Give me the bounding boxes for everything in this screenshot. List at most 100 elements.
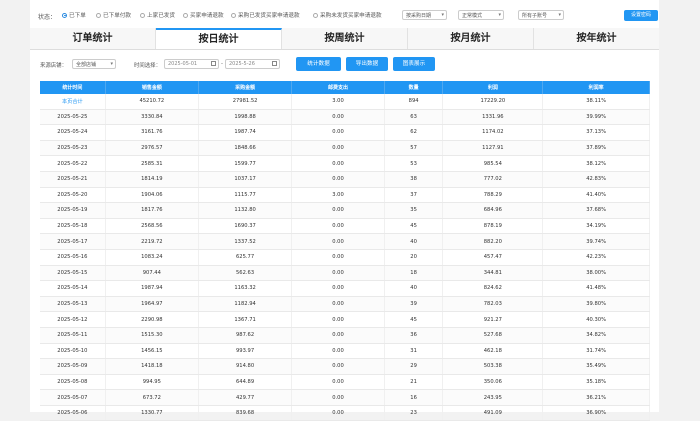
col-header-sales[interactable]: 销售金额 (105, 81, 199, 94)
table-cell: 1848.66 (198, 140, 293, 157)
table-cell: 2025-05-08 (40, 374, 106, 391)
table-cell: 2025-05-19 (40, 202, 106, 219)
table-cell: 38.00% (542, 265, 650, 282)
chevron-down-icon: ▾ (441, 12, 444, 18)
table-cell: 0.00 (291, 374, 385, 391)
table-cell: 1331.96 (442, 109, 544, 126)
table-cell: 1367.71 (198, 311, 293, 328)
table-cell: 45210.72 (105, 94, 199, 110)
col-header-profit[interactable]: 利润 (442, 81, 544, 94)
table-cell: 878.19 (442, 218, 544, 235)
table-cell: 2025-05-16 (40, 249, 106, 266)
sub-account-select[interactable]: 所有子账号 ▾ (518, 10, 564, 20)
col-header-postage[interactable]: 邮费支出 (291, 81, 385, 94)
radio-supplier-shipped[interactable]: 上家已发货 (140, 11, 175, 19)
tab-order-stats[interactable]: 订单统计 (30, 28, 156, 49)
table-cell: 0.00 (291, 124, 385, 141)
set-password-button[interactable]: 设置密码 (624, 10, 658, 21)
table-cell: 0.00 (291, 296, 385, 313)
table-cell: 37.68% (542, 202, 650, 219)
radio-label: 已下单付款 (103, 13, 131, 19)
radio-label: 采购未发货买家申请退款 (320, 13, 382, 19)
table-row: 2025-05-09 1418.18 914.80 0.00 29 503.38 35.49… (40, 358, 650, 375)
table-cell: 1987.74 (198, 124, 293, 141)
table-row: 2025-05-08 994.95 644.89 0.00 21 350.06 35.18% (40, 374, 650, 391)
table-row: 2025-05-13 1964.97 1182.94 0.00 39 782.03 39.8… (40, 296, 650, 313)
table-cell: 2219.72 (105, 233, 199, 250)
radio-unshipped-refund[interactable]: 采购未发货买家申请退款 (313, 11, 382, 19)
table-cell: 1904.06 (105, 187, 199, 204)
table-cell: 本页合计 (40, 94, 106, 110)
table-cell: 34.19% (542, 218, 650, 235)
col-header-profit-rate[interactable]: 利润率 (542, 81, 650, 94)
table-cell: 1163.32 (198, 280, 293, 297)
table-cell: 36 (384, 327, 444, 344)
table-cell: 2025-05-13 (40, 296, 106, 313)
table-cell: 882.20 (442, 233, 544, 250)
tab-weekly-stats[interactable]: 按周统计 (282, 28, 408, 49)
start-date-input[interactable]: 2025-05-01 (164, 59, 219, 69)
table-cell: 40 (384, 233, 444, 250)
radio-shipped-refund[interactable]: 采购已发货买家申请退款 (231, 11, 300, 19)
tab-yearly-stats[interactable]: 按年统计 (534, 28, 659, 49)
table-cell: 39.99% (542, 109, 650, 126)
query-toolbar: 来源店铺： 全部店铺 ▾ 时间选择： 2025-05-01 - 2025-5-2… (30, 56, 659, 72)
table-cell: 1115.77 (198, 187, 293, 204)
table-cell: 38.12% (542, 155, 650, 172)
table-cell: 1083.24 (105, 249, 199, 266)
daily-stats-table: 统计时间 销售金额 采购金额 邮费支出 数量 利润 利润率 本页合计 45210.… (40, 81, 650, 421)
purchase-date-select[interactable]: 按采购日期 ▾ (402, 10, 447, 20)
table-row: 2025-05-25 3330.84 1998.88 0.00 63 1331.96 39.… (40, 109, 650, 126)
table-cell: 3330.84 (105, 109, 199, 126)
table-cell: 1037.17 (198, 171, 293, 188)
table-cell: 527.68 (442, 327, 544, 344)
table-cell: 1964.97 (105, 296, 199, 313)
table-cell: 1337.52 (198, 233, 293, 250)
select-value: 所有子账号 (522, 13, 548, 19)
stats-data-button[interactable]: 统计数据 (296, 57, 341, 71)
table-cell: 429.77 (198, 389, 293, 406)
table-cell: 0.00 (291, 311, 385, 328)
radio-ordered[interactable]: 已下单 (62, 11, 86, 19)
table-cell: 41.48% (542, 280, 650, 297)
radio-buyer-refund[interactable]: 买家申请退款 (183, 11, 224, 19)
table-cell: 37.89% (542, 140, 650, 157)
tab-monthly-stats[interactable]: 按月统计 (408, 28, 534, 49)
table-cell: 987.62 (198, 327, 293, 344)
radio-label: 上家已发货 (147, 13, 175, 19)
table-cell: 62 (384, 124, 444, 141)
table-cell: 45 (384, 218, 444, 235)
table-cell: 907.44 (105, 265, 199, 282)
table-cell: 777.02 (442, 171, 544, 188)
table-cell: 2025-05-06 (40, 405, 106, 421)
chart-view-button[interactable]: 图表展示 (393, 57, 435, 71)
export-data-button[interactable]: 导出数据 (346, 57, 388, 71)
table-cell: 0.00 (291, 140, 385, 157)
table-cell: 41.40% (542, 187, 650, 204)
table-cell: 1987.94 (105, 280, 199, 297)
table-cell: 39.74% (542, 233, 650, 250)
table-row: 2025-05-20 1904.06 1115.77 3.00 37 788.29 41.4… (40, 187, 650, 204)
table-cell: 35.49% (542, 358, 650, 375)
col-header-purchase[interactable]: 采购金额 (198, 81, 293, 94)
radio-ordered-paid[interactable]: 已下单付款 (96, 11, 131, 19)
select-value: 正常模式 (462, 13, 483, 19)
mode-select[interactable]: 正常模式 ▾ (458, 10, 504, 20)
chevron-down-icon: ▾ (498, 12, 501, 18)
source-shop-select[interactable]: 全部店铺 ▾ (72, 59, 116, 69)
source-shop-label: 来源店铺： (40, 63, 67, 69)
table-cell: 17229.20 (442, 94, 544, 110)
table-cell: 2025-05-18 (40, 218, 106, 235)
col-header-quantity[interactable]: 数量 (384, 81, 444, 94)
table-cell: 1690.37 (198, 218, 293, 235)
table-cell: 994.95 (105, 374, 199, 391)
chevron-down-icon: ▾ (558, 12, 561, 18)
table-cell: 42.83% (542, 171, 650, 188)
col-header-date[interactable]: 统计时间 (40, 81, 106, 94)
select-value: 全部店铺 (76, 62, 97, 68)
tab-daily-stats[interactable]: 按日统计 (156, 28, 282, 49)
table-cell: 20 (384, 249, 444, 266)
end-date-input[interactable]: 2025-5-26 (225, 59, 280, 69)
table-cell: 0.00 (291, 233, 385, 250)
table-cell: 462.18 (442, 343, 544, 360)
